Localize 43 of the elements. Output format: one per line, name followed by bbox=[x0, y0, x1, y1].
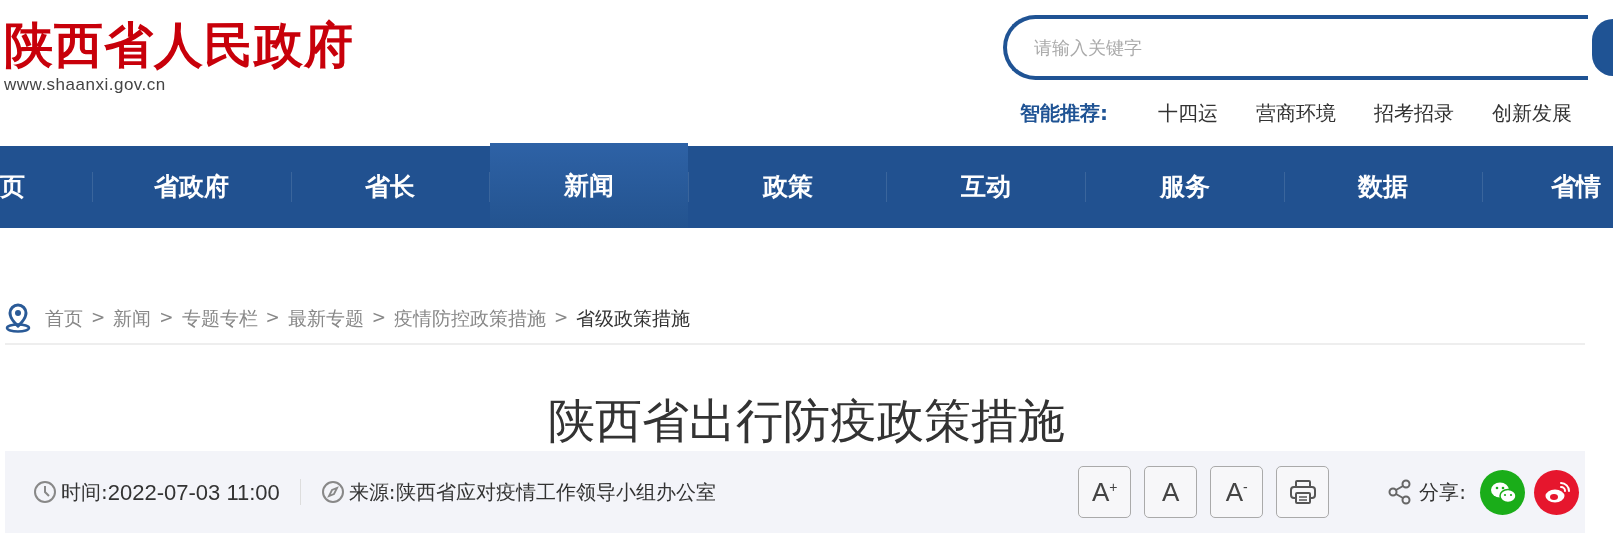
clock-icon bbox=[33, 480, 57, 504]
nav-tab[interactable]: 数据 bbox=[1284, 146, 1483, 228]
nav-tab[interactable]: 互动 bbox=[887, 146, 1085, 228]
print-button[interactable] bbox=[1276, 466, 1330, 518]
recommend-link[interactable]: 十四运 bbox=[1158, 98, 1218, 128]
breadcrumb-separator: > bbox=[159, 306, 174, 330]
breadcrumb-link[interactable]: 疫情防控政策措施 bbox=[394, 303, 546, 333]
site-url: www.shaanxi.gov.cn bbox=[4, 74, 167, 96]
nav-tab[interactable]: 服务 bbox=[1085, 146, 1284, 228]
publish-time: 2022-07-03 11:00 bbox=[107, 478, 280, 507]
time-label: 时间: bbox=[61, 479, 108, 506]
search-field[interactable]: 请输入关键字 bbox=[1003, 15, 1588, 80]
nav-tab[interactable]: 省政府 bbox=[93, 146, 291, 228]
font-larger-button[interactable]: A+ bbox=[1078, 466, 1132, 518]
recommend-label: 智能推荐: bbox=[1020, 100, 1108, 127]
compass-icon bbox=[320, 480, 345, 504]
recommend-link[interactable]: 招考招录 bbox=[1374, 98, 1454, 128]
breadcrumb-separator: > bbox=[91, 306, 106, 330]
breadcrumb-current[interactable]: 省级政策措施 bbox=[576, 303, 691, 333]
nav-tab[interactable]: 页 bbox=[0, 146, 92, 228]
breadcrumb-separator: > bbox=[371, 306, 386, 330]
source-label: 来源: bbox=[348, 479, 396, 506]
font-smaller-button[interactable]: A- bbox=[1210, 466, 1264, 518]
breadcrumb-separator: > bbox=[265, 306, 280, 330]
share-label: 分享: bbox=[1419, 479, 1466, 506]
breadcrumb-link[interactable]: 首页 bbox=[45, 303, 83, 333]
font-normal-button[interactable]: A bbox=[1144, 466, 1198, 518]
recommend-link[interactable]: 营商环境 bbox=[1256, 98, 1336, 128]
nav-tab[interactable]: 省长 bbox=[291, 146, 490, 228]
breadcrumb-separator: > bbox=[554, 306, 569, 330]
article-source: 陕西省应对疫情工作领导小组办公室 bbox=[395, 479, 716, 506]
nav-tab[interactable]: 省情 bbox=[1483, 146, 1613, 228]
printer-icon bbox=[1288, 479, 1317, 505]
location-pin-icon bbox=[5, 303, 31, 333]
site-logo-title[interactable]: 陕西省人民政府 bbox=[4, 18, 354, 74]
breadcrumb-link[interactable]: 新闻 bbox=[113, 303, 152, 333]
wechat-share-button[interactable] bbox=[1480, 469, 1525, 515]
weibo-share-button[interactable] bbox=[1534, 469, 1579, 515]
breadcrumb-link[interactable]: 专题专栏 bbox=[181, 303, 258, 333]
breadcrumb-link[interactable]: 最新专题 bbox=[287, 303, 364, 333]
nav-tab[interactable]: 政策 bbox=[688, 146, 887, 228]
recommend-link[interactable]: 创新发展 bbox=[1492, 98, 1572, 128]
article-title: 陕西省出行防疫政策措施 bbox=[548, 393, 1065, 449]
